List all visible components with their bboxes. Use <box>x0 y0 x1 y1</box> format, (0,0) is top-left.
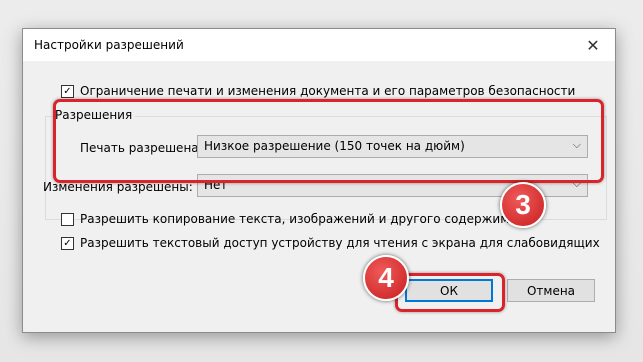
dialog-title: Настройки разрешений <box>34 38 184 52</box>
copy-checkbox-label: Разрешить копирование текста, изображени… <box>80 212 531 226</box>
close-icon[interactable]: ✕ <box>571 29 615 61</box>
restrict-checkbox-row[interactable]: ✓ Ограничение печати и изменения докумен… <box>61 84 575 98</box>
step-4-badge: 4 <box>363 255 409 301</box>
cancel-button[interactable]: Отмена <box>507 279 595 302</box>
restrict-checkbox[interactable]: ✓ <box>61 84 74 98</box>
copy-checkbox[interactable] <box>61 212 74 226</box>
screenreader-checkbox[interactable]: ✓ <box>61 236 74 250</box>
copy-checkbox-row[interactable]: Разрешить копирование текста, изображени… <box>61 212 530 226</box>
screenreader-checkbox-label: Разрешить текстовый доступ устройству дл… <box>80 236 600 250</box>
restrict-checkbox-label: Ограничение печати и изменения документа… <box>80 84 576 98</box>
ok-highlight <box>395 273 505 312</box>
screenreader-checkbox-row[interactable]: ✓ Разрешить текстовый доступ устройству … <box>61 236 600 250</box>
titlebar: Настройки разрешений ✕ <box>23 29 615 61</box>
permissions-highlight <box>53 99 604 183</box>
step-3-badge: 3 <box>500 182 546 228</box>
